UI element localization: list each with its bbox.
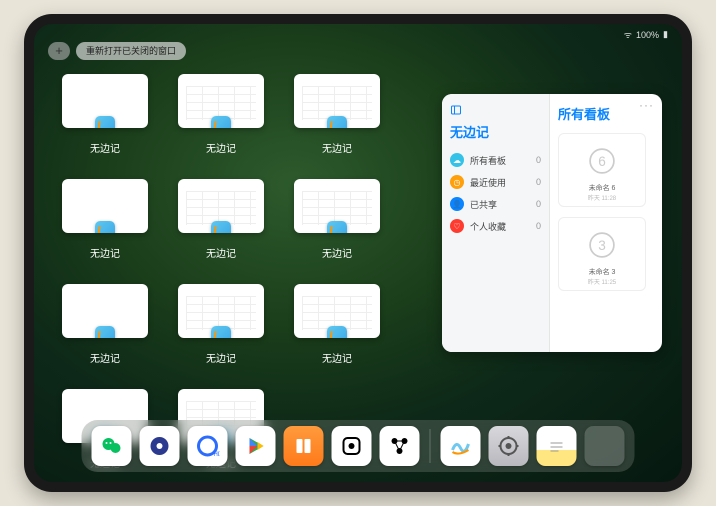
panel-content: ··· 所有看板 6 未命名 6昨天 11:28 3 未命名 3昨天 11:25 (550, 94, 662, 352)
svg-text:HD: HD (214, 452, 220, 458)
app-tile-label: 无边记 (90, 245, 120, 260)
app-tile-label: 无边记 (206, 245, 236, 260)
screen: ᯤ 100% ▮ + 重新打开已关闭的窗口 无边记无边记无边记无边记无边记无边记… (34, 24, 682, 482)
freeform-icon (327, 326, 347, 338)
board-name: 未命名 3昨天 11:25 (563, 267, 641, 286)
freeform-icon (95, 221, 115, 233)
sidebar-item-icon: ◷ (450, 175, 464, 189)
ipad-frame: ᯤ 100% ▮ + 重新打开已关闭的窗口 无边记无边记无边记无边记无边记无边记… (24, 14, 692, 492)
app-window-tile[interactable]: 无边记 (62, 284, 148, 365)
reopen-closed-window-button[interactable]: 重新打开已关闭的窗口 (76, 42, 186, 60)
window-thumbnail (178, 74, 264, 128)
freeform-icon[interactable] (441, 426, 481, 466)
sidebar-item-label: 所有看板 (470, 154, 506, 167)
app-window-tile[interactable]: 无边记 (62, 74, 148, 155)
sidebar-item-label: 最近使用 (470, 176, 506, 189)
app-window-tile[interactable]: 无边记 (178, 284, 264, 365)
panel-sidebar: 无边记 ☁ 所有看板 0 ◷ 最近使用 0 👤 已共享 0 ♡ 个人收藏 0 (442, 94, 550, 352)
window-thumbnail (294, 179, 380, 233)
battery-icon: ▮ (663, 29, 668, 40)
sidebar-item-icon: 👤 (450, 197, 464, 211)
app-tile-label: 无边记 (206, 350, 236, 365)
app-tile-label: 无边记 (90, 350, 120, 365)
app-expose-grid: 无边记无边记无边记无边记无边记无边记无边记无边记无边记无边记无边记 (62, 74, 432, 470)
sidebar-item-count: 0 (536, 155, 541, 165)
window-thumbnail (62, 179, 148, 233)
panel-left-title: 无边记 (450, 122, 541, 141)
svg-text:6: 6 (598, 154, 606, 169)
app-window-tile[interactable]: 无边记 (294, 74, 380, 155)
app-window-tile[interactable]: 无边记 (178, 179, 264, 260)
dock: HD (82, 420, 635, 472)
freeform-icon (211, 116, 231, 128)
sidebar-item[interactable]: ◷ 最近使用 0 (450, 171, 541, 193)
quark-icon[interactable] (140, 426, 180, 466)
app-window-tile[interactable]: 无边记 (294, 284, 380, 365)
freeform-icon (211, 326, 231, 338)
app-tile-label: 无边记 (322, 140, 352, 155)
freeform-panel: 无边记 ☁ 所有看板 0 ◷ 最近使用 0 👤 已共享 0 ♡ 个人收藏 0 ··· 所有看板 6 未… (442, 94, 662, 352)
sidebar-item-count: 0 (536, 199, 541, 209)
app-window-tile[interactable]: 无边记 (178, 74, 264, 155)
window-thumbnail (62, 284, 148, 338)
quark-hd-icon[interactable]: HD (188, 426, 228, 466)
sidebar-icon (450, 104, 462, 116)
sidebar-item-count: 0 (536, 221, 541, 231)
window-thumbnail (178, 284, 264, 338)
board-card[interactable]: 6 未命名 6昨天 11:28 (558, 133, 646, 207)
window-thumbnail (62, 74, 148, 128)
dock-separator (430, 429, 431, 463)
notes-icon[interactable] (537, 426, 577, 466)
books-icon[interactable] (284, 426, 324, 466)
sidebar-item-label: 个人收藏 (470, 220, 506, 233)
app-tile-label: 无边记 (90, 140, 120, 155)
freeform-icon (327, 116, 347, 128)
dot-app-icon[interactable] (332, 426, 372, 466)
sidebar-item-count: 0 (536, 177, 541, 187)
wifi-icon: ᯤ (624, 28, 632, 41)
board-name: 未命名 6昨天 11:28 (563, 183, 641, 202)
sidebar-item[interactable]: 👤 已共享 0 (450, 193, 541, 215)
board-time: 昨天 11:28 (563, 193, 641, 202)
graph-app-icon[interactable] (380, 426, 420, 466)
wechat-icon[interactable] (92, 426, 132, 466)
new-window-button[interactable]: + (48, 42, 70, 60)
freeform-icon (327, 221, 347, 233)
sidebar-item-icon: ☁ (450, 153, 464, 167)
play-store-icon[interactable] (236, 426, 276, 466)
app-tile-label: 无边记 (322, 350, 352, 365)
window-thumbnail (178, 179, 264, 233)
sidebar-item-icon: ♡ (450, 219, 464, 233)
status-bar: ᯤ 100% ▮ (624, 28, 668, 41)
sidebar-item-label: 已共享 (470, 198, 497, 211)
board-preview: 6 (563, 138, 641, 183)
window-thumbnail (294, 284, 380, 338)
board-preview: 3 (563, 222, 641, 267)
svg-text:3: 3 (598, 238, 606, 253)
top-controls: + 重新打开已关闭的窗口 (48, 42, 186, 60)
board-time: 昨天 11:25 (563, 277, 641, 286)
freeform-icon (95, 116, 115, 128)
app-library-icon[interactable] (585, 426, 625, 466)
app-tile-label: 无边记 (206, 140, 236, 155)
board-card[interactable]: 3 未命名 3昨天 11:25 (558, 217, 646, 291)
window-thumbnail (294, 74, 380, 128)
more-icon[interactable]: ··· (639, 98, 654, 112)
app-window-tile[interactable]: 无边记 (294, 179, 380, 260)
battery-label: 100% (636, 30, 659, 40)
settings-icon[interactable] (489, 426, 529, 466)
sidebar-item[interactable]: ♡ 个人收藏 0 (450, 215, 541, 237)
app-window-tile[interactable]: 无边记 (62, 179, 148, 260)
freeform-icon (211, 221, 231, 233)
app-tile-label: 无边记 (322, 245, 352, 260)
sidebar-item[interactable]: ☁ 所有看板 0 (450, 149, 541, 171)
freeform-icon (95, 326, 115, 338)
